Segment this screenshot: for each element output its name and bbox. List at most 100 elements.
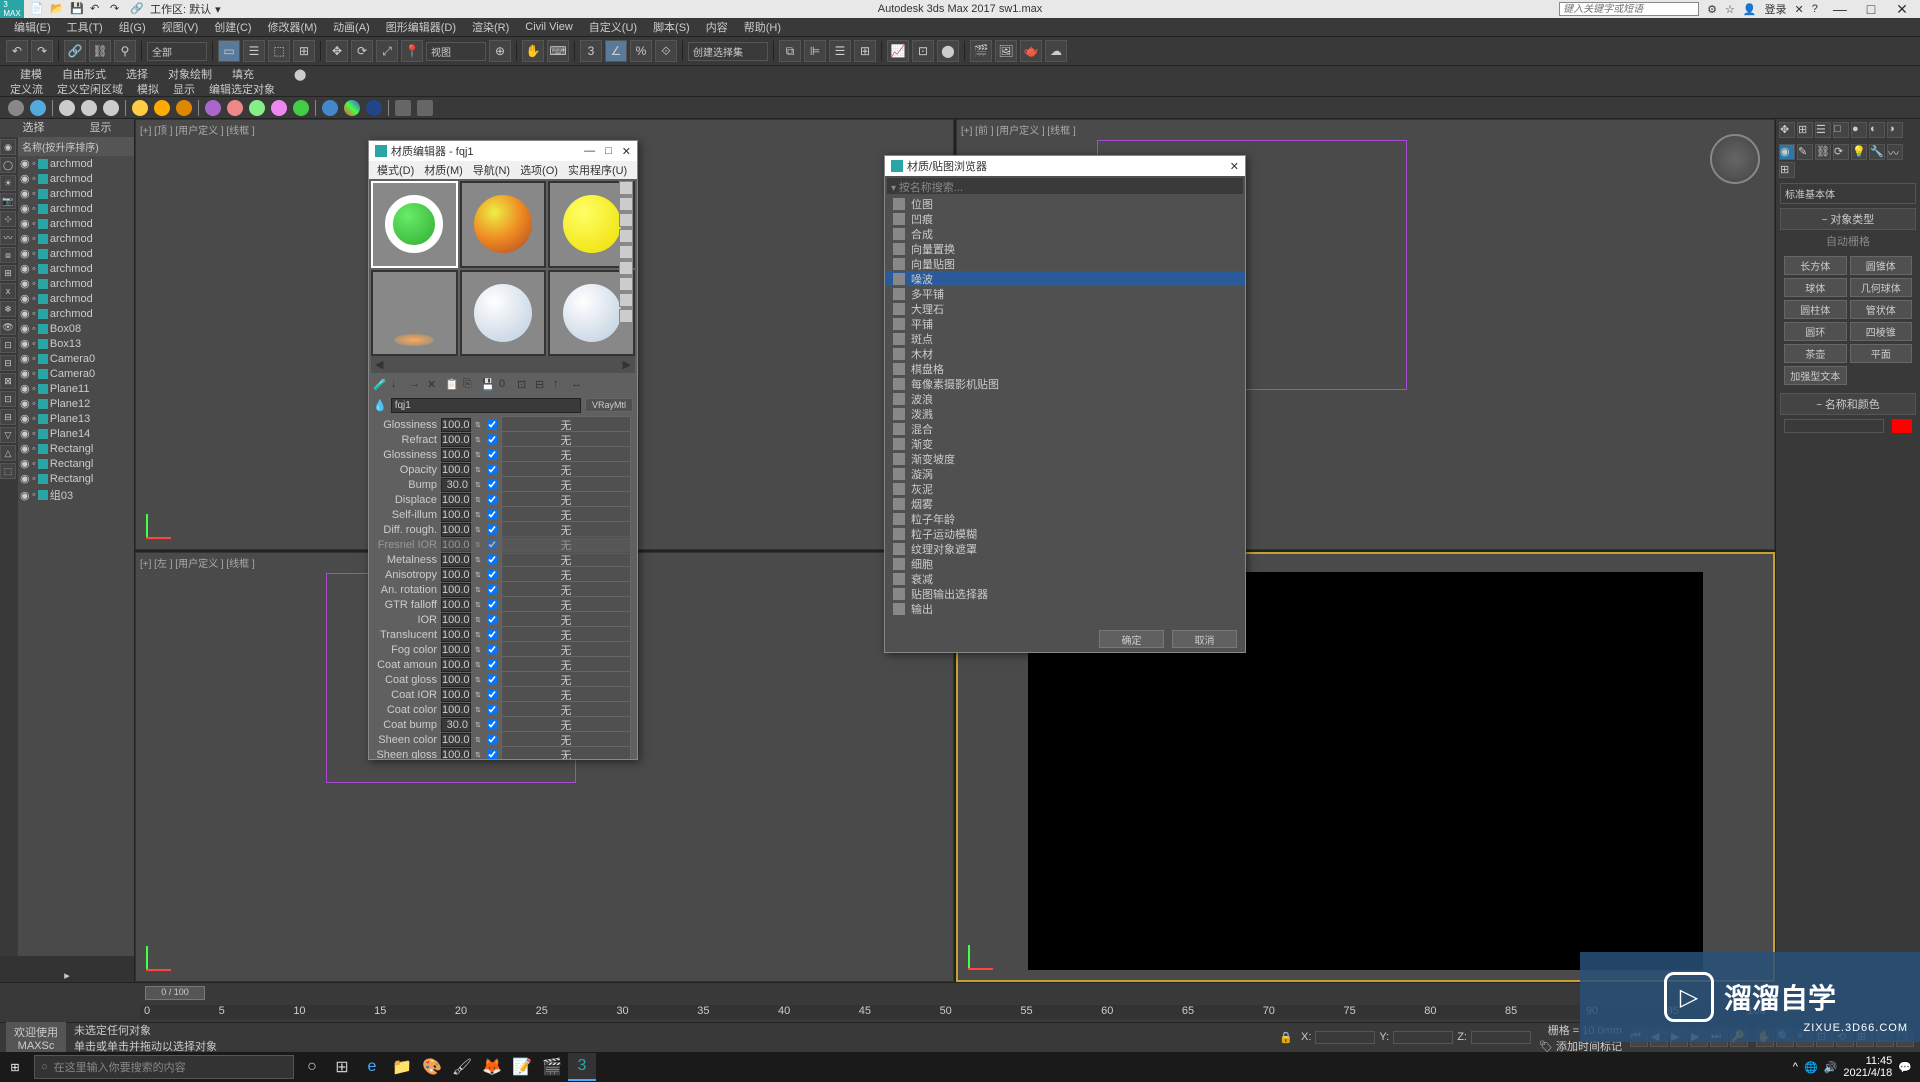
subtab-edit[interactable]: 编辑选定对象 xyxy=(209,81,275,97)
modify-tab-icon[interactable]: ✎ xyxy=(1797,144,1813,160)
extra2-tab-icon[interactable]: ⊞ xyxy=(1779,162,1795,178)
time-ruler[interactable]: 0510152025303540455055606570758085909510… xyxy=(140,1005,1770,1019)
sphere2-icon[interactable] xyxy=(81,100,97,116)
maximize-button[interactable]: □ xyxy=(1857,1,1885,17)
map-type-item[interactable]: 渐变坡度 xyxy=(885,451,1245,466)
create-primitive-button[interactable]: 加强型文本 xyxy=(1784,366,1847,385)
menu-group[interactable]: 组(G) xyxy=(111,19,154,35)
menu-help[interactable]: 帮助(H) xyxy=(736,19,789,35)
extra2-icon[interactable] xyxy=(227,100,243,116)
rollout-object-type[interactable]: − 对象类型 xyxy=(1780,208,1916,230)
slot-count-icon[interactable] xyxy=(619,309,633,323)
param-map-button[interactable]: 无 xyxy=(501,746,631,759)
menu-render[interactable]: 渲染(R) xyxy=(464,19,517,35)
spinner-icon[interactable]: ⇅ xyxy=(475,481,483,489)
ok-button[interactable]: 确定 xyxy=(1099,630,1164,648)
mirror-button[interactable]: ⧉ xyxy=(779,40,801,62)
select-name-button[interactable]: ☰ xyxy=(243,40,265,62)
param-value[interactable]: 100.0 xyxy=(441,538,471,552)
sun2-icon[interactable] xyxy=(154,100,170,116)
map-type-item[interactable]: 波浪 xyxy=(885,391,1245,406)
map-type-item[interactable]: 斑点 xyxy=(885,331,1245,346)
spinner-icon[interactable]: ⇅ xyxy=(475,421,483,429)
param-value[interactable]: 100.0 xyxy=(441,613,471,627)
hierarchy-tab-icon[interactable]: ⛓ xyxy=(1815,144,1831,160)
tray-up-icon[interactable]: ^ xyxy=(1793,1061,1798,1073)
rotate-button[interactable]: ⟳ xyxy=(351,40,373,62)
map-type-item[interactable]: 泼溅 xyxy=(885,406,1245,421)
extra5-icon[interactable] xyxy=(293,100,309,116)
filter-e-icon[interactable]: ⊟ xyxy=(0,409,16,425)
map-type-item[interactable]: 噪波 xyxy=(885,271,1245,286)
material-type-button[interactable]: VRayMtl xyxy=(585,398,633,412)
param-enable-checkbox[interactable] xyxy=(487,538,497,551)
material-editor-button[interactable]: ⬤ xyxy=(937,40,959,62)
param-enable-checkbox[interactable] xyxy=(487,688,497,701)
map-type-item[interactable]: 向量贴图 xyxy=(885,256,1245,271)
menu-script[interactable]: 脚本(S) xyxy=(645,19,698,35)
param-enable-checkbox[interactable] xyxy=(487,613,497,626)
y-input[interactable] xyxy=(1393,1031,1453,1044)
create-tab-icon[interactable]: ◉ xyxy=(1779,144,1795,160)
scene-item[interactable]: ◉◦Camera0 xyxy=(18,366,134,381)
link-icon[interactable]: 🔗 xyxy=(130,2,144,16)
eye-icon[interactable]: ◉ xyxy=(20,337,30,350)
eye-icon[interactable]: ◉ xyxy=(20,489,30,502)
utilities-tab-icon[interactable]: 🔧 xyxy=(1869,144,1885,160)
new-icon[interactable]: 📄 xyxy=(30,2,44,16)
eye-icon[interactable]: ◉ xyxy=(20,442,30,455)
put-to-scene-icon[interactable]: ↓ xyxy=(391,378,405,392)
scene-item[interactable]: ◉◦archmod xyxy=(18,306,134,321)
map-type-item[interactable]: 位图 xyxy=(885,196,1245,211)
tab-objectpaint[interactable]: 对象绘制 xyxy=(168,66,212,82)
extra8-icon[interactable] xyxy=(366,100,382,116)
map-type-item[interactable]: 烟雾 xyxy=(885,496,1245,511)
dot2-icon[interactable]: ◐ xyxy=(1869,122,1885,138)
scene-item[interactable]: ◉◦archmod xyxy=(18,261,134,276)
scroll-left-icon[interactable]: ◀ xyxy=(375,358,383,371)
map-type-item[interactable]: 大理石 xyxy=(885,301,1245,316)
spinner-icon[interactable]: ⇅ xyxy=(475,616,483,624)
scene-item[interactable]: ◉◦组03 xyxy=(18,486,134,504)
filter-bone-icon[interactable]: ⧈ xyxy=(0,247,16,263)
map-type-item[interactable]: 向量置换 xyxy=(885,241,1245,256)
percent-snap-button[interactable]: % xyxy=(630,40,652,62)
eye-icon[interactable]: ◉ xyxy=(20,412,30,425)
show-end-icon[interactable]: ⊟ xyxy=(535,378,549,392)
param-enable-checkbox[interactable] xyxy=(487,448,497,461)
param-enable-checkbox[interactable] xyxy=(487,733,497,746)
menu-mode[interactable]: 模式(D) xyxy=(377,162,414,178)
menu-modifiers[interactable]: 修改器(M) xyxy=(260,19,326,35)
put-to-lib-icon[interactable]: 💾 xyxy=(481,378,495,392)
help-search-input[interactable] xyxy=(1559,2,1699,16)
map-type-item[interactable]: 渐变 xyxy=(885,436,1245,451)
param-map-button[interactable]: 无 xyxy=(501,536,631,554)
eye-icon[interactable]: ◉ xyxy=(20,262,30,275)
eye-icon[interactable]: ◉ xyxy=(20,397,30,410)
options-icon[interactable] xyxy=(619,277,633,291)
param-enable-checkbox[interactable] xyxy=(487,418,497,431)
filter-cam-icon[interactable]: 📷 xyxy=(0,193,16,209)
maxscript-label[interactable]: 欢迎使用 MAXSc xyxy=(6,1022,66,1054)
select-button[interactable]: ▭ xyxy=(218,40,240,62)
tab-select[interactable]: 选择 xyxy=(23,119,45,137)
taskbar-search[interactable]: ○ 在这里输入你要搜索的内容 xyxy=(34,1055,294,1079)
matbrowser-titlebar[interactable]: 材质/贴图浏览器 ✕ xyxy=(885,156,1245,176)
param-value[interactable]: 100.0 xyxy=(441,688,471,702)
dot3-icon[interactable]: ◑ xyxy=(1887,122,1903,138)
map-type-item[interactable]: 贴图输出选择器 xyxy=(885,586,1245,601)
notifications-icon[interactable]: 💬 xyxy=(1898,1061,1912,1074)
layers2-icon[interactable]: ☰ xyxy=(1815,122,1831,138)
filter-h-icon[interactable]: ⬚ xyxy=(0,463,16,479)
param-value[interactable]: 100.0 xyxy=(441,598,471,612)
sun-icon[interactable] xyxy=(132,100,148,116)
tab-freeform[interactable]: 自由形式 xyxy=(62,66,106,82)
motion-tab-icon[interactable]: ⟳ xyxy=(1833,144,1849,160)
filter-helper-icon[interactable]: ⊹ xyxy=(0,211,16,227)
param-value[interactable]: 100.0 xyxy=(441,568,471,582)
param-value[interactable]: 100.0 xyxy=(441,703,471,717)
bind-button[interactable]: ⚲ xyxy=(114,40,136,62)
eye-icon[interactable]: ◉ xyxy=(20,352,30,365)
object-color-swatch[interactable] xyxy=(1892,419,1912,433)
menu-views[interactable]: 视图(V) xyxy=(154,19,207,35)
